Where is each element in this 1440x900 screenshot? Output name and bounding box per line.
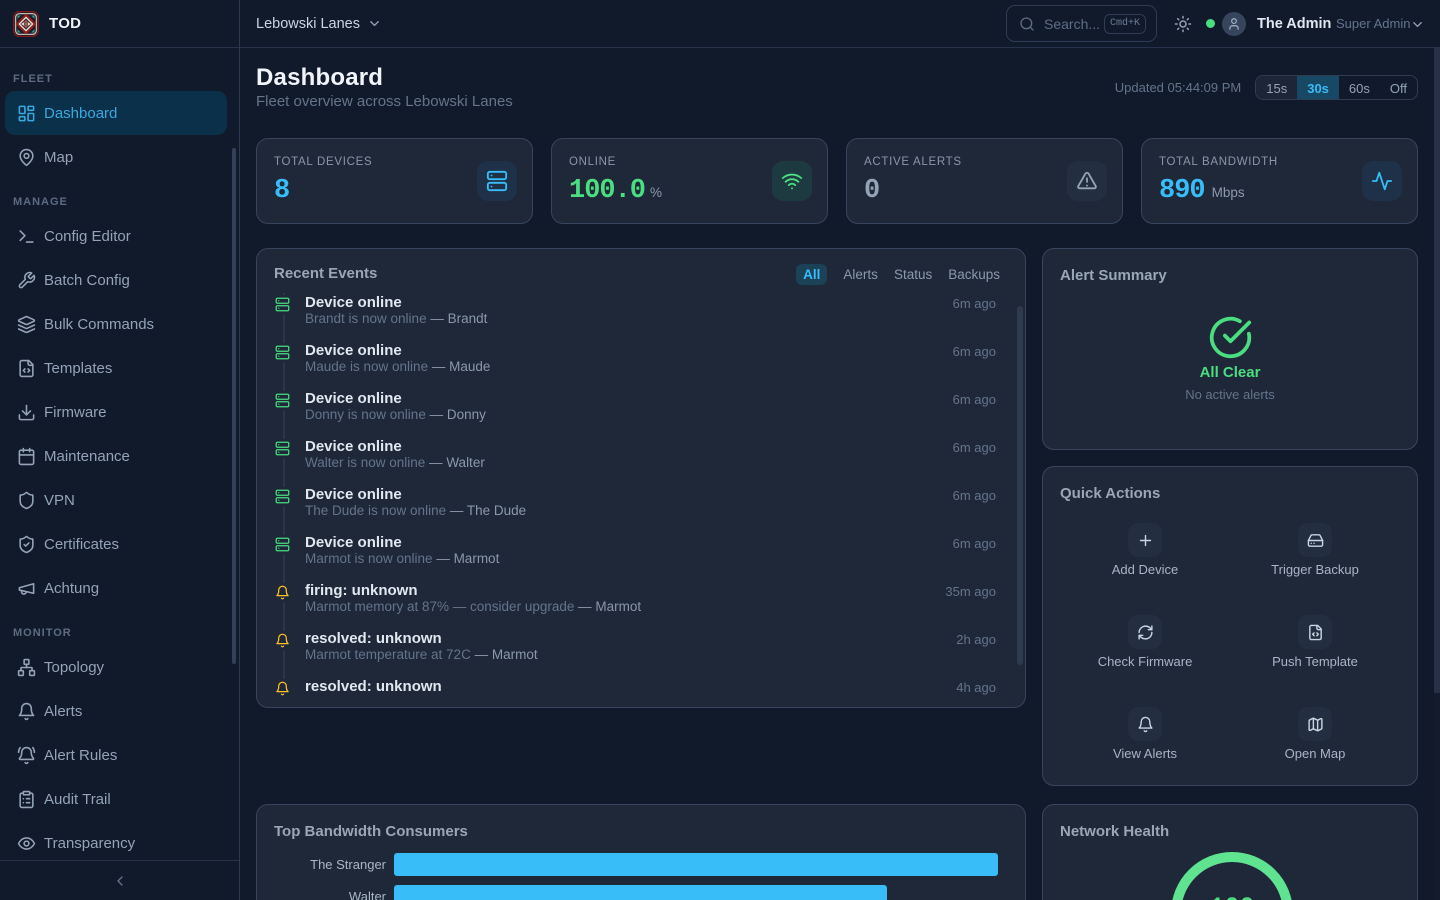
svg-text:100: 100 (1209, 893, 1254, 900)
